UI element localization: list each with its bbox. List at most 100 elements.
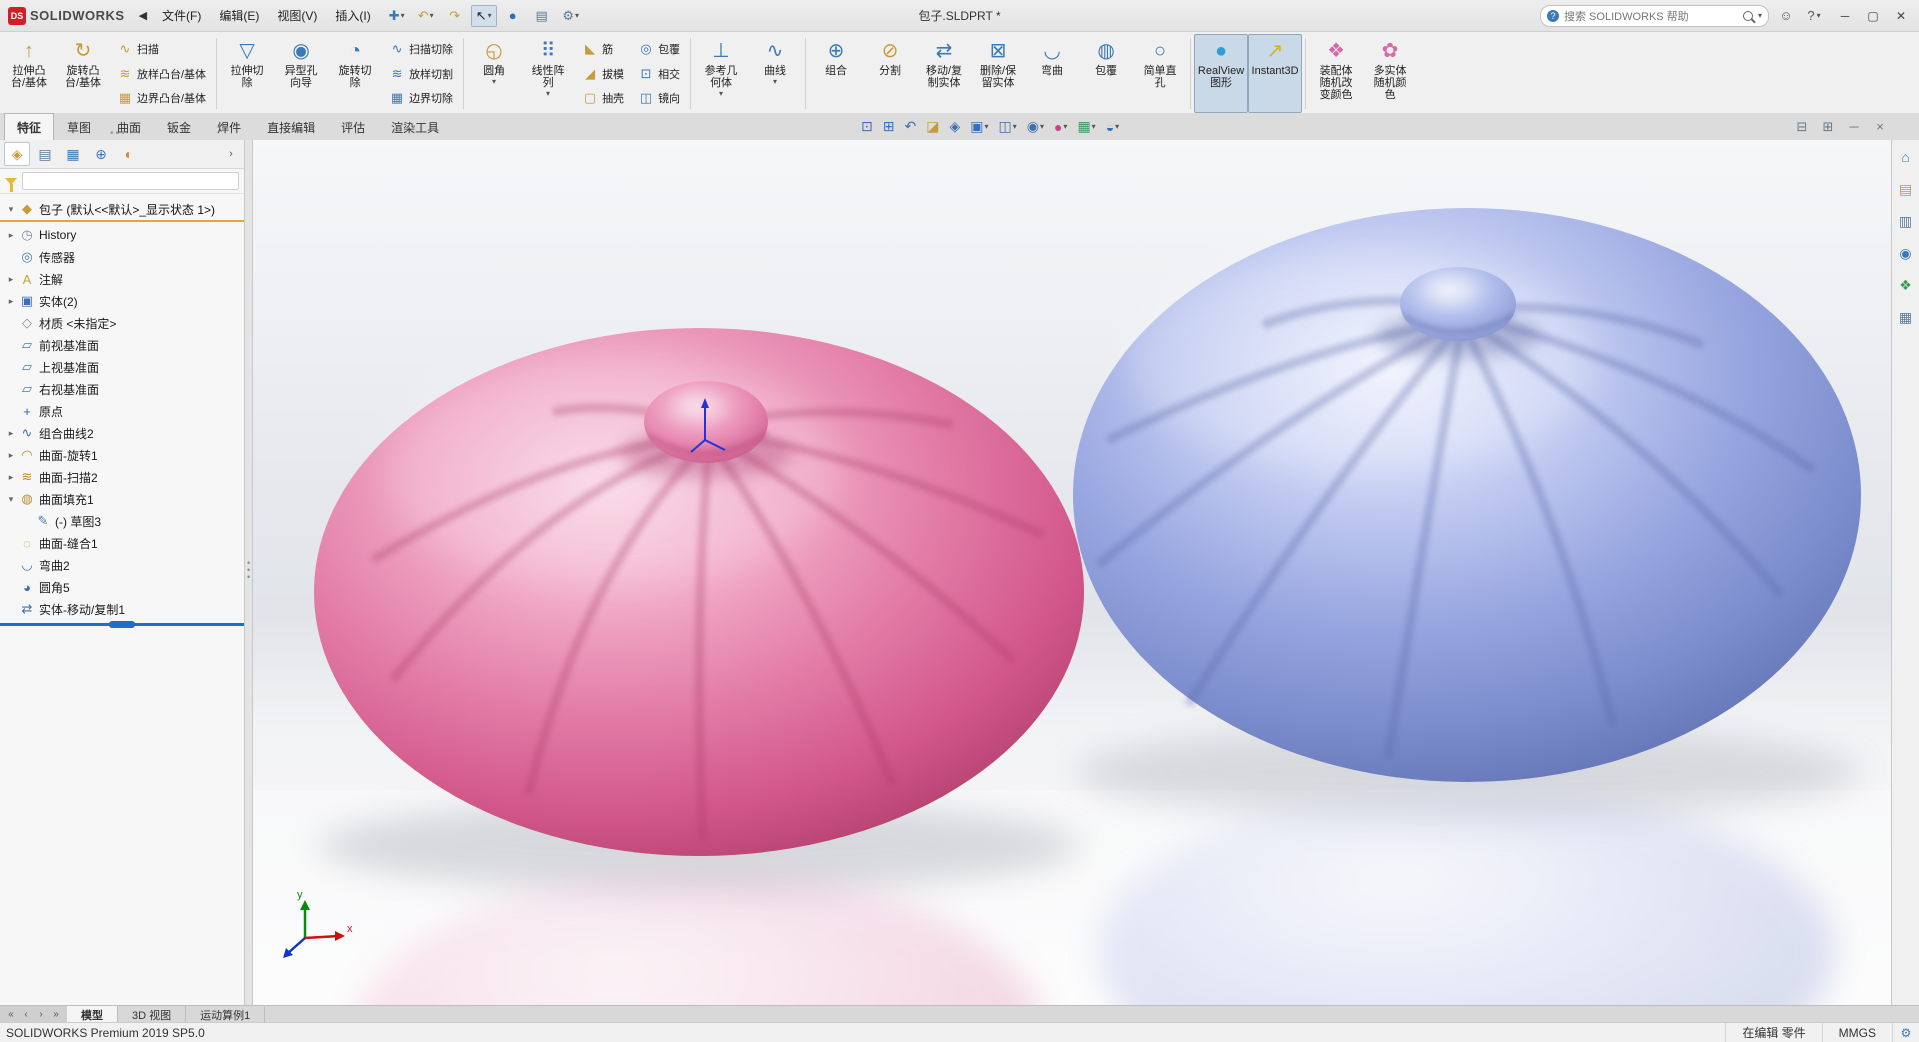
displaymanager-tab-icon[interactable]: ◐	[116, 142, 142, 166]
help-button[interactable]: ? ▾	[1803, 5, 1825, 27]
realview-graphics-button[interactable]: ● RealView 图形	[1194, 34, 1249, 113]
expand-arrow-icon[interactable]: ▸	[4, 450, 18, 461]
tree-item[interactable]: ✎ (-) 草图3	[0, 510, 244, 532]
tab-evaluate[interactable]: 评估	[328, 113, 378, 140]
tree-item[interactable]: ▱ 上视基准面	[0, 356, 244, 378]
redo-icon[interactable]: ↷	[442, 5, 468, 27]
tab-features[interactable]: 特征	[4, 113, 55, 140]
lofted-cut-button[interactable]: ≋ 放样切割	[384, 62, 458, 86]
study-tab-model[interactable]: 模型	[67, 1006, 118, 1023]
view-orientation-icon-dropdown[interactable]: ▾	[984, 122, 988, 131]
tab-weldments[interactable]: 焊件	[204, 113, 254, 140]
split-pane-icon[interactable]: ⊞	[1819, 119, 1837, 135]
curves-button[interactable]: ∿ 曲线 ▾	[748, 34, 802, 113]
reference-geometry-button-dropdown[interactable]: ▾	[719, 90, 723, 98]
assembly-random-color-button[interactable]: ❖ 装配体 随机改 变颜色	[1309, 34, 1363, 113]
zoom-to-area-icon[interactable]: ⊞	[880, 116, 898, 137]
expand-arrow-icon[interactable]: ▾	[4, 494, 18, 505]
expand-arrow-icon[interactable]: ▸	[4, 472, 18, 483]
previous-pane-icon[interactable]: ⊟	[1793, 119, 1811, 135]
configurationmanager-tab-icon[interactable]: ▦	[60, 142, 86, 166]
close-button[interactable]: ✕	[1887, 4, 1915, 28]
menu-insert[interactable]: 插入(I)	[326, 3, 379, 28]
tab-sheet-metal[interactable]: 钣金	[154, 113, 204, 140]
tab-direct-editing[interactable]: 直接编辑	[254, 113, 328, 140]
fillet-button[interactable]: ◵ 圆角 ▾	[467, 34, 521, 113]
solidworks-resources-icon[interactable]: ⌂	[1895, 146, 1917, 168]
expand-arrow-icon[interactable]: ▸	[4, 296, 18, 307]
new-document-icon-dropdown[interactable]: ▾	[401, 11, 405, 20]
status-gear-icon[interactable]: ⚙	[1892, 1023, 1919, 1042]
tree-item[interactable]: ◕ 圆角5	[0, 576, 244, 598]
custom-properties-icon[interactable]: ▦	[1895, 306, 1917, 328]
dimxpertmanager-tab-icon[interactable]: ⊕	[88, 142, 114, 166]
hide-show-items-icon-dropdown[interactable]: ▾	[1040, 122, 1044, 131]
tree-item[interactable]: ⇄ 实体-移动/复制1	[0, 598, 244, 620]
file-properties-icon[interactable]: ▤	[529, 5, 555, 27]
appearances-scenes-icon[interactable]: ❖	[1895, 274, 1917, 296]
tab-sketch[interactable]: 草图	[54, 113, 104, 140]
undo-icon[interactable]: ↶ ▾	[413, 5, 439, 27]
tree-item[interactable]: ◡ 弯曲2	[0, 554, 244, 576]
study-tab-3d-views[interactable]: 3D 视图	[118, 1006, 187, 1023]
boundary-cut-button[interactable]: ▦ 边界切除	[384, 86, 458, 110]
menu-view[interactable]: 视图(V)	[268, 3, 326, 28]
study-nav-0[interactable]: «	[4, 1009, 18, 1020]
shell-button[interactable]: ▢ 抽壳	[577, 86, 629, 110]
revolved-boss-button[interactable]: ↻ 旋转凸 台/基体	[56, 34, 110, 113]
rib-button[interactable]: ◣ 筋	[577, 37, 629, 61]
tree-item[interactable]: ▸ A 注解	[0, 268, 244, 290]
tree-root-item[interactable]: ▾ ◆ 包子 (默认<<默认>_显示状态 1>)	[0, 198, 244, 220]
flex-button[interactable]: ◡ 弯曲	[1025, 34, 1079, 113]
tree-filter-input[interactable]	[22, 172, 239, 190]
rebuild-icon[interactable]: ●	[500, 5, 526, 27]
tree-item[interactable]: ▸ ≋ 曲面-扫描2	[0, 466, 244, 488]
tree-item[interactable]: ▸ ◠ 曲面-旋转1	[0, 444, 244, 466]
blue-baozi-model[interactable]	[1073, 208, 1861, 782]
tree-item[interactable]: ◎ 传感器	[0, 246, 244, 268]
move-copy-bodies-button[interactable]: ⇄ 移动/复 制实体	[917, 34, 971, 113]
lofted-boss-button[interactable]: ≋ 放样凸台/基体	[112, 62, 211, 86]
options-gear-icon-dropdown[interactable]: ▾	[575, 11, 579, 20]
root-expand-arrow-icon[interactable]: ▾	[4, 204, 18, 215]
view-palette-icon[interactable]: ◉	[1895, 242, 1917, 264]
tree-item[interactable]: ◌ 曲面-缝合1	[0, 532, 244, 554]
hole-wizard-button[interactable]: ◉ 异型孔 向导	[274, 34, 328, 113]
tree-item[interactable]: ◇ 材质 <未指定>	[0, 312, 244, 334]
rollback-bar[interactable]	[0, 621, 244, 628]
extruded-cut-button[interactable]: ▽ 拉伸切 除	[220, 34, 274, 113]
tree-item[interactable]: ▸ ∿ 组合曲线2	[0, 422, 244, 444]
apply-scene-icon[interactable]: ▦ ▾	[1074, 116, 1098, 137]
combine-button[interactable]: ⊕ 组合	[809, 34, 863, 113]
expand-arrow-icon[interactable]: ▸	[4, 274, 18, 285]
select-cursor-icon[interactable]: ↖ ▾	[470, 4, 497, 27]
options-gear-icon[interactable]: ⚙ ▾	[558, 5, 584, 27]
multibody-random-color-button[interactable]: ✿ 多实体 随机颜 色	[1363, 34, 1417, 113]
new-document-icon[interactable]: ✚ ▾	[384, 5, 410, 27]
reference-geometry-button[interactable]: ⊥ 参考几 何体 ▾	[694, 34, 748, 113]
edit-appearance-icon-dropdown[interactable]: ▾	[1063, 122, 1067, 131]
file-explorer-icon[interactable]: ▥	[1895, 210, 1917, 232]
draft-button[interactable]: ◢ 拔模	[577, 62, 629, 86]
wrap-feature-button[interactable]: ◍ 包覆	[1079, 34, 1133, 113]
wrap-button[interactable]: ◎ 包覆	[633, 37, 685, 61]
restore-button[interactable]: ▢	[1859, 4, 1887, 28]
panel-splitter[interactable]: • • •	[245, 140, 253, 1005]
study-tab-motion-study[interactable]: 运动算例1	[186, 1006, 266, 1023]
view-orientation-icon[interactable]: ▣ ▾	[967, 116, 991, 137]
extruded-boss-button[interactable]: ↑ 拉伸凸 台/基体	[2, 34, 56, 113]
expand-arrow-icon[interactable]: ▸	[4, 428, 18, 439]
minimize-pane-icon[interactable]: ─	[1845, 119, 1863, 134]
user-account-icon[interactable]: ☺	[1775, 5, 1797, 27]
close-pane-icon[interactable]: ×	[1871, 119, 1889, 134]
menu-edit[interactable]: 编辑(E)	[210, 3, 268, 28]
view-settings-icon-dropdown[interactable]: ▾	[1115, 122, 1119, 131]
swept-cut-button[interactable]: ∿ 扫描切除	[384, 37, 458, 61]
undo-icon-dropdown[interactable]: ▾	[430, 11, 434, 20]
edit-appearance-icon[interactable]: ● ▾	[1051, 117, 1070, 137]
tree-item[interactable]: ▸ ◷ History	[0, 224, 244, 246]
collapse-menu-icon[interactable]: ◀	[133, 9, 153, 22]
display-style-icon[interactable]: ◫ ▾	[995, 116, 1019, 137]
apply-scene-icon-dropdown[interactable]: ▾	[1092, 122, 1096, 131]
dynamic-annotation-icon[interactable]: ◈	[946, 116, 963, 137]
